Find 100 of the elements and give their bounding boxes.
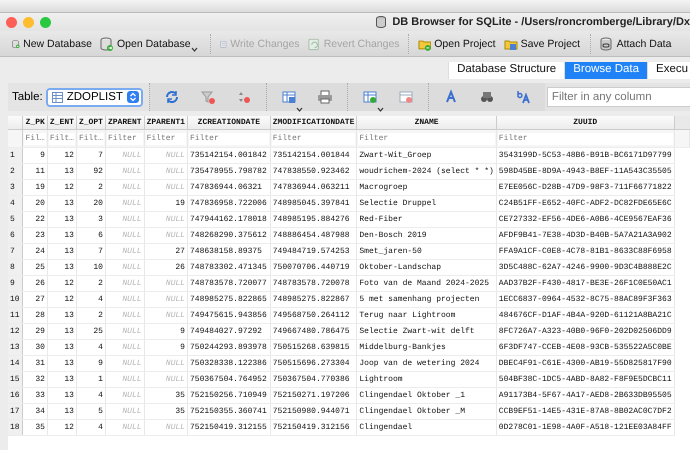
table-cell: 28 <box>22 308 48 324</box>
table-cell: 484676CF-D1AF-4B4A-920D-61121A8BA21C <box>496 308 674 324</box>
column-header[interactable]: Z_OPT <box>76 116 106 130</box>
row-number[interactable]: 3 <box>8 180 23 196</box>
table-cell: 749475615.943856 <box>187 308 270 324</box>
column-filter-field[interactable]: Filter <box>358 132 495 144</box>
column-header[interactable]: ZMODIFICATIONDATE <box>270 116 357 130</box>
table-cell: NULL <box>144 276 188 292</box>
table-cell: 749484719.574253 <box>270 244 357 260</box>
column-filter-field[interactable]: Filter <box>106 132 143 144</box>
column-filter-field[interactable]: Fil… <box>24 132 46 144</box>
column-header[interactable]: ZPARENT1 <box>144 116 188 130</box>
column-header[interactable]: Z_ENT <box>47 116 76 130</box>
table-cell: 3 <box>76 212 106 228</box>
row-number[interactable]: 5 <box>8 212 23 228</box>
column-header[interactable]: ZUUID <box>496 116 674 130</box>
table-cell: 749484027.97292 <box>187 324 270 340</box>
table-cell: 748783302.471345 <box>187 260 270 276</box>
table-label: Table: <box>12 91 43 103</box>
table-cell: 6 <box>76 228 106 244</box>
row-number[interactable]: 11 <box>8 308 23 324</box>
column-filter-field[interactable]: Filt… <box>78 132 104 144</box>
table-cell: woudrichem-2024 (select * *) <box>356 164 496 180</box>
toolbar-button[interactable]: New Database <box>8 34 96 52</box>
table-cell: 9 <box>22 148 48 164</box>
refresh-icon[interactable] <box>164 89 180 105</box>
column-filter-field[interactable]: Filter <box>188 132 269 144</box>
column-header[interactable]: ZCREATIONDATE <box>187 116 270 130</box>
column-filter-field[interactable]: Filter <box>498 132 673 144</box>
row-number[interactable]: 4 <box>8 196 23 212</box>
row-number[interactable]: 17 <box>8 404 23 420</box>
table-cell: NULL <box>144 372 188 388</box>
toolbar-button[interactable]: Open Project <box>414 34 500 52</box>
table-cell: Macrogroep <box>356 180 496 196</box>
table-plus-icon[interactable] <box>362 89 378 105</box>
table-cell: 34 <box>22 404 48 420</box>
table-cell: NULL <box>105 164 144 180</box>
table-cell: NULL <box>105 356 144 372</box>
row-number[interactable]: 2 <box>8 164 23 180</box>
table-cell: 747836944.063211 <box>270 180 357 196</box>
database-link-icon <box>600 36 614 50</box>
table-cell: 31 <box>22 356 48 372</box>
row-number[interactable]: 14 <box>8 356 23 372</box>
toolbar-button[interactable]: Save Project <box>500 34 586 52</box>
table-cell: 750367504.764952 <box>187 372 270 388</box>
column-header[interactable]: ZPARENT <box>105 116 144 130</box>
table-cell: 747944162.178018 <box>187 212 270 228</box>
table-cell: 5 met samenhang projecten <box>356 292 496 308</box>
table-dropdown[interactable]: ZDOPLIST <box>46 88 143 106</box>
table-cell: Foto van de Maand 2024-2025 <box>356 276 496 292</box>
toolbar-button[interactable]: Attach Data <box>596 34 676 52</box>
column-filter-field[interactable]: Filt… <box>48 132 75 144</box>
table-cell: Clingendael <box>356 420 496 436</box>
toolbar-button[interactable]: Open Database <box>96 34 195 52</box>
row-number[interactable]: 15 <box>8 372 23 388</box>
column-filter-field[interactable]: Filter <box>146 132 186 144</box>
table-cell: 35 <box>144 404 188 420</box>
table-cell: 4 <box>76 292 106 308</box>
row-number[interactable]: 7 <box>8 244 23 260</box>
column-filter-field[interactable]: Filter <box>272 132 356 144</box>
table-cell: 748268290.375612 <box>187 228 270 244</box>
table-cell: 750328338.122386 <box>187 356 270 372</box>
row-number[interactable]: 13 <box>8 340 23 356</box>
row-number[interactable]: 16 <box>8 388 23 404</box>
table-cell: 26 <box>144 260 188 276</box>
printer-icon[interactable] <box>316 89 333 105</box>
row-number[interactable]: 1 <box>8 148 23 164</box>
letters-ba-icon[interactable] <box>514 89 531 105</box>
column-header[interactable]: Z_PK <box>22 116 48 130</box>
close-button[interactable] <box>6 16 17 28</box>
table-cell: 3D5C488C-62A7-4246-9900-9D3C4B888E2C <box>496 260 674 276</box>
table-cell: NULL <box>105 276 144 292</box>
row-number[interactable]: 18 <box>8 420 23 436</box>
caret-icon[interactable] <box>190 47 198 52</box>
table-cell: Lightroom <box>356 372 496 388</box>
row-number[interactable]: 12 <box>8 324 23 340</box>
table-cell: NULL <box>105 308 144 324</box>
table-cell: NULL <box>105 388 144 404</box>
filter-field[interactable]: Filter in any column <box>546 87 690 107</box>
table-cell: 4 <box>76 388 106 404</box>
row-number[interactable]: 9 <box>8 276 23 292</box>
table-cell: Selectie Druppel <box>356 196 496 212</box>
table-cell: 9 <box>76 356 106 372</box>
table-cell: NULL <box>144 308 188 324</box>
row-number[interactable]: 6 <box>8 228 23 244</box>
row-number[interactable]: 10 <box>8 292 23 308</box>
table-cell: NULL <box>105 212 144 228</box>
table-cell: FFA9A1CF-C0E8-4C78-81B1-8633C88F6958 <box>496 244 674 260</box>
table-cell: 2 <box>76 276 106 292</box>
row-number[interactable]: 8 <box>8 260 23 276</box>
zoom-button[interactable] <box>40 16 51 28</box>
table-cell: 735142154.001842 <box>187 148 270 164</box>
table-cell: 12 <box>47 180 76 196</box>
column-header[interactable]: ZNAME <box>356 116 496 130</box>
table-cell: 8FC726A7-A323-40B0-96F0-202D02506DD9 <box>496 324 674 340</box>
table-cell: 22 <box>22 212 48 228</box>
table-cell: 19 <box>144 196 188 212</box>
table-cell: NULL <box>105 228 144 244</box>
binoculars-icon[interactable] <box>478 89 495 105</box>
table-cell: 504BF38C-1DC5-4ABD-8A82-F8F9E5DCBC11 <box>496 372 674 388</box>
